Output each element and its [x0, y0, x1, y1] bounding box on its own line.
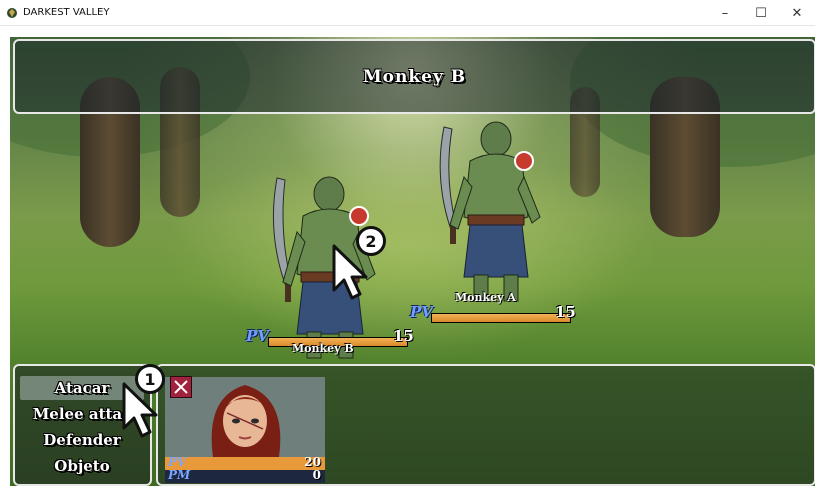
actor-mp-key: PM: [168, 468, 191, 482]
actor-mp-gauge: PM 0: [165, 468, 325, 483]
actor-hp-value: 20: [304, 455, 321, 469]
enemy-a-hp-key: PV: [410, 303, 433, 321]
target-name: Monkey B: [362, 66, 467, 87]
annotation-badge-1: 1: [135, 364, 165, 394]
enemy-a-hp-gauge: [431, 313, 571, 323]
target-name-window: Monkey B: [13, 39, 815, 114]
enemy-monkey-a[interactable]: [428, 117, 558, 307]
command-item[interactable]: Objeto: [20, 454, 144, 478]
minimize-button[interactable]: –: [707, 0, 743, 26]
battle-scene: Monkey B Monkey A PV 15 PV 15 Monkey B A…: [10, 37, 815, 486]
enemy-a-hp-fill: [432, 314, 570, 322]
crossed-sword-icon: [170, 376, 192, 398]
enemy-b-hp-value: 15: [393, 327, 414, 345]
maximize-button[interactable]: ☐: [743, 0, 779, 26]
app-icon: [7, 7, 17, 18]
close-button[interactable]: ✕: [779, 0, 815, 26]
enemy-a-name: Monkey A: [455, 291, 516, 304]
enemy-b-name: Monkey B: [292, 342, 354, 355]
window-titlebar: DARKEST VALLEY – ☐ ✕: [0, 0, 815, 26]
enemy-a-hp-value: 15: [555, 303, 576, 321]
enemy-b-hp-key: PV: [246, 327, 269, 345]
actor-mp-value: 0: [312, 468, 321, 482]
actor-hp-key: PV: [168, 455, 187, 469]
window-title: DARKEST VALLEY: [23, 7, 110, 18]
annotation-badge-2: 2: [356, 226, 386, 256]
